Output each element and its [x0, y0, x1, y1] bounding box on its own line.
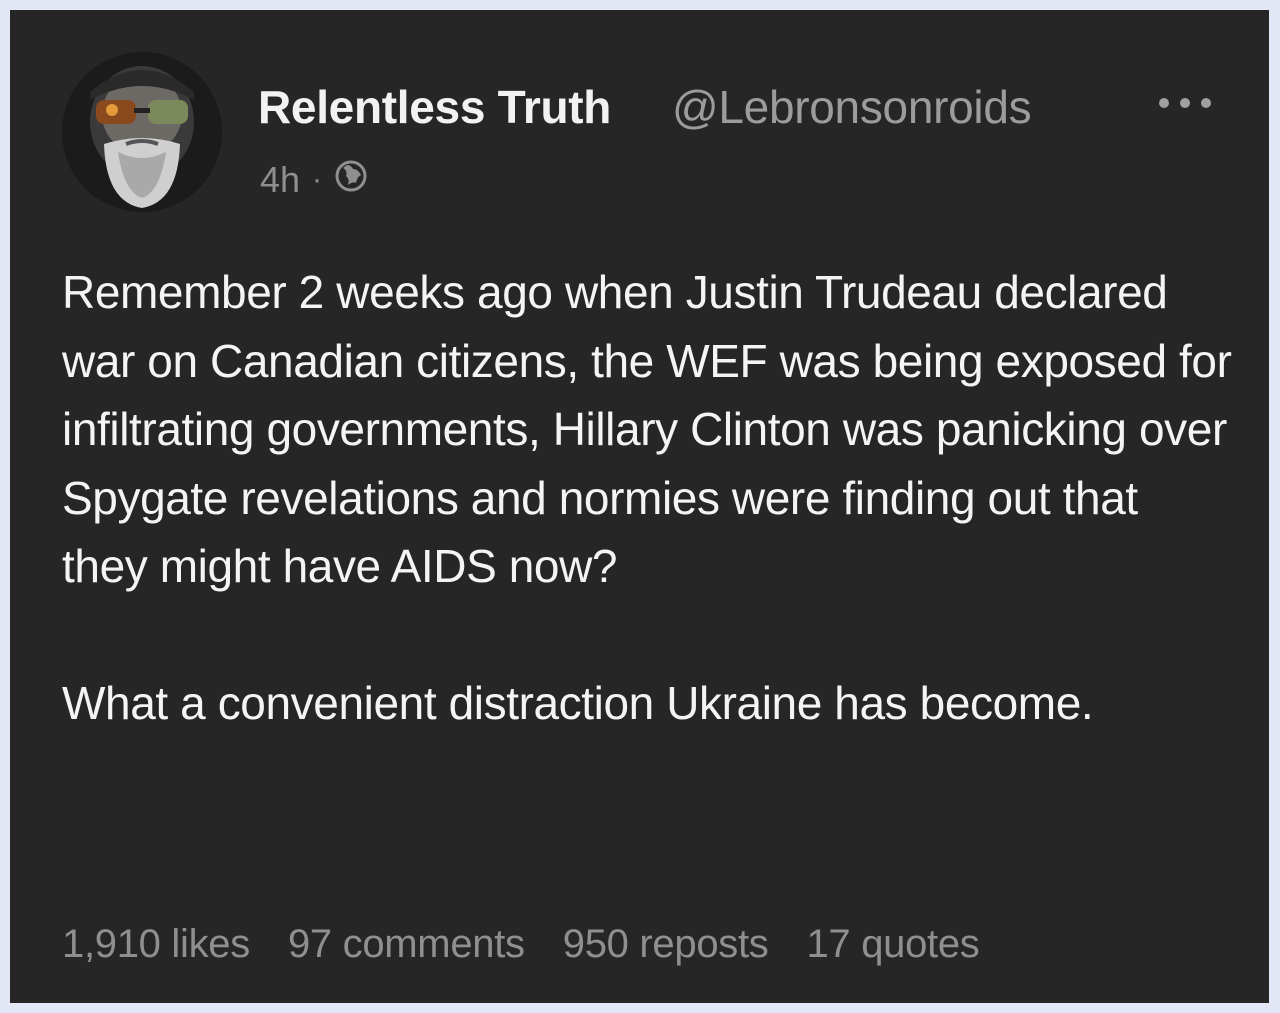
post-paragraph: Remember 2 weeks ago when Justin Trudeau… — [62, 266, 1232, 592]
avatar-image — [62, 52, 222, 212]
more-options-icon[interactable] — [1154, 93, 1218, 113]
meta-separator: · — [312, 163, 323, 196]
avatar[interactable] — [62, 52, 222, 212]
post-body: Remember 2 weeks ago when Justin Trudeau… — [62, 258, 1232, 738]
quotes-count[interactable]: 17 quotes — [806, 922, 979, 967]
post-paragraph: What a convenient distraction Ukraine ha… — [62, 677, 1094, 729]
post-meta: 4h · — [260, 158, 368, 202]
globe-icon — [334, 159, 368, 202]
author-handle[interactable]: @Lebronsonroids — [672, 80, 1032, 134]
post-card: Relentless Truth @Lebronsonroids 4h · Re… — [10, 10, 1269, 1003]
post-time[interactable]: 4h — [260, 159, 300, 201]
likes-count[interactable]: 1,910 likes — [62, 922, 250, 967]
post-stats: 1,910 likes 97 comments 950 reposts 17 q… — [62, 922, 980, 967]
comments-count[interactable]: 97 comments — [288, 922, 525, 967]
author-display-name[interactable]: Relentless Truth — [258, 80, 611, 134]
reposts-count[interactable]: 950 reposts — [563, 922, 769, 967]
